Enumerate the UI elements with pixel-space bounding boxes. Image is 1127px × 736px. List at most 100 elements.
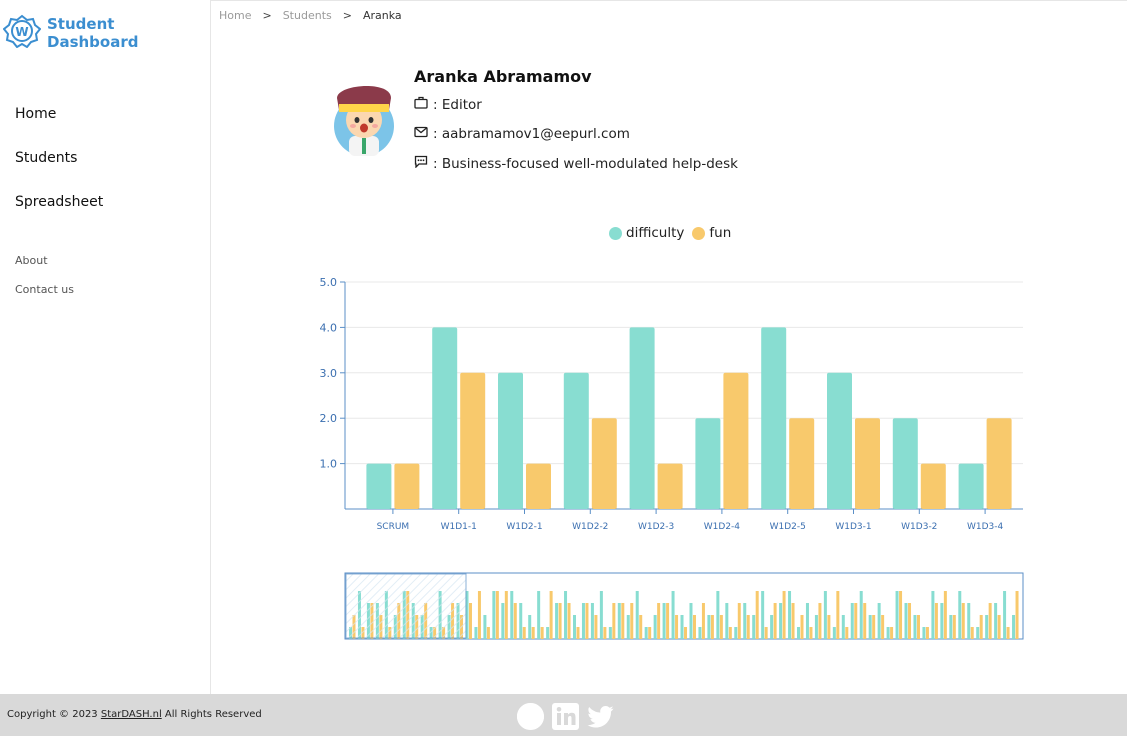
y-tick-label: 2.0 [320, 412, 338, 425]
brush-bar-fun [594, 615, 598, 639]
brush-bar-fun [477, 591, 481, 639]
brush-bar-difficulty [546, 627, 550, 639]
breadcrumb: Home > Students > Aranka [219, 9, 402, 22]
brush-bar-fun [791, 603, 795, 639]
bar-fun [986, 418, 1012, 509]
y-tick-label: 5.0 [320, 276, 338, 289]
bar-fun [591, 418, 617, 509]
brush-bar-difficulty [814, 615, 818, 639]
twitter-icon[interactable] [586, 702, 615, 735]
mail-icon [414, 126, 430, 142]
brush-bar-fun [881, 615, 885, 639]
y-tick-label: 4.0 [320, 321, 338, 334]
brush-bar-difficulty [492, 591, 496, 639]
copyright-prefix: Copyright © 2023 [7, 709, 101, 720]
brush-bar-fun [827, 615, 831, 639]
brush-bar-difficulty [752, 615, 756, 639]
brush-bar-fun [504, 591, 508, 639]
brush-bar-difficulty [940, 603, 944, 639]
brush-bar-fun [666, 603, 670, 639]
brush-bar-fun [764, 627, 768, 639]
legend-item-difficulty[interactable]: difficulty [609, 225, 684, 241]
bar-fun [526, 463, 551, 509]
message-icon [414, 155, 430, 172]
bar-fun [789, 418, 815, 509]
brush-bar-difficulty [994, 603, 998, 639]
nav-contact[interactable]: Contact us [15, 283, 74, 312]
bar-difficulty [432, 327, 458, 509]
brush-bar-difficulty [510, 591, 514, 639]
brush-bar-difficulty [689, 603, 693, 639]
bar-difficulty [366, 463, 392, 509]
x-tick-label: W1D3-1 [835, 522, 871, 532]
x-tick-label: W1D3-2 [901, 522, 937, 532]
brush-bar-difficulty [483, 615, 487, 639]
brush-bar-difficulty [653, 615, 657, 639]
breadcrumb-students[interactable]: Students [283, 9, 332, 22]
brush-bar-fun [737, 603, 741, 639]
brush-bar-difficulty [590, 603, 594, 639]
brush-bar-fun [719, 615, 723, 639]
brush-bar-difficulty [931, 591, 935, 639]
brush-bar-difficulty [823, 591, 827, 639]
brush-bar-fun [639, 615, 643, 639]
brush-bar-difficulty [949, 615, 953, 639]
secondary-nav: About Contact us [15, 254, 74, 312]
linkedin-icon[interactable] [551, 702, 580, 735]
brush-bar-fun [603, 627, 607, 639]
brush-bar-fun [997, 615, 1001, 639]
brush-bar-fun [845, 627, 849, 639]
nav-students[interactable]: Students [15, 148, 103, 192]
brush-bar-fun [970, 627, 974, 639]
breadcrumb-home[interactable]: Home [219, 9, 251, 22]
profile-role: : Editor [433, 96, 482, 113]
brush-bar-fun [863, 603, 867, 639]
svg-text:W: W [15, 25, 28, 39]
brush-bar-fun [648, 627, 652, 639]
brush-bar-fun [899, 591, 903, 639]
bar-difficulty [892, 418, 918, 509]
brush-bar-fun [1006, 627, 1010, 639]
x-tick-label: W1D1-1 [441, 522, 477, 532]
copyright-suffix: All Rights Reserved [161, 709, 262, 720]
brush-bar-fun [486, 627, 490, 639]
x-tick-label: W1D2-2 [572, 522, 608, 532]
brush-bar-fun [782, 591, 786, 639]
x-tick-label: SCRUM [377, 522, 410, 532]
brand[interactable]: W Student Dashboard [2, 14, 210, 52]
brush-bar-difficulty [474, 627, 478, 639]
nav-about[interactable]: About [15, 254, 74, 283]
bar-chart: 1.0 2.0 3.0 4.0 5.0 SCRUM W1D1-1 W1D2-1 W1D2-2 W1… [320, 276, 1024, 640]
brush-bar-fun [800, 615, 804, 639]
logo-icon: W [2, 14, 42, 52]
bar-fun [855, 418, 880, 509]
nav-spreadsheet[interactable]: Spreadsheet [15, 192, 103, 236]
brush-selection[interactable] [345, 573, 467, 639]
brush-bar-difficulty [528, 615, 532, 639]
profile-email: : aabramamov1@eepurl.com [433, 126, 630, 142]
legend-item-fun[interactable]: fun [692, 225, 731, 241]
brush-bar-difficulty [537, 591, 541, 639]
brush-bar-difficulty [698, 627, 702, 639]
company-link[interactable]: StarDASH.nl [101, 709, 162, 720]
brush-bar-fun [531, 627, 535, 639]
brush-bar-fun [540, 627, 544, 639]
brush-bar-fun [961, 603, 965, 639]
brush-bar-fun [934, 603, 938, 639]
brush-bar-difficulty [913, 615, 917, 639]
brush-bar-difficulty [1003, 591, 1007, 639]
github-icon[interactable] [516, 702, 545, 735]
brush-bar-fun [522, 627, 526, 639]
brush-bar-difficulty [716, 591, 720, 639]
nav-home[interactable]: Home [15, 104, 103, 148]
brush-bar-fun [872, 615, 876, 639]
brush-bar-fun [952, 615, 956, 639]
brush-bar-difficulty [841, 615, 845, 639]
brush-bar-difficulty [904, 603, 908, 639]
brush-bar-difficulty [922, 627, 926, 639]
brush-bar-difficulty [850, 603, 854, 639]
legend-swatch [692, 226, 706, 240]
brush-bar-fun [710, 615, 714, 639]
brush-bar-fun [988, 603, 992, 639]
y-tick-label: 1.0 [320, 458, 338, 471]
